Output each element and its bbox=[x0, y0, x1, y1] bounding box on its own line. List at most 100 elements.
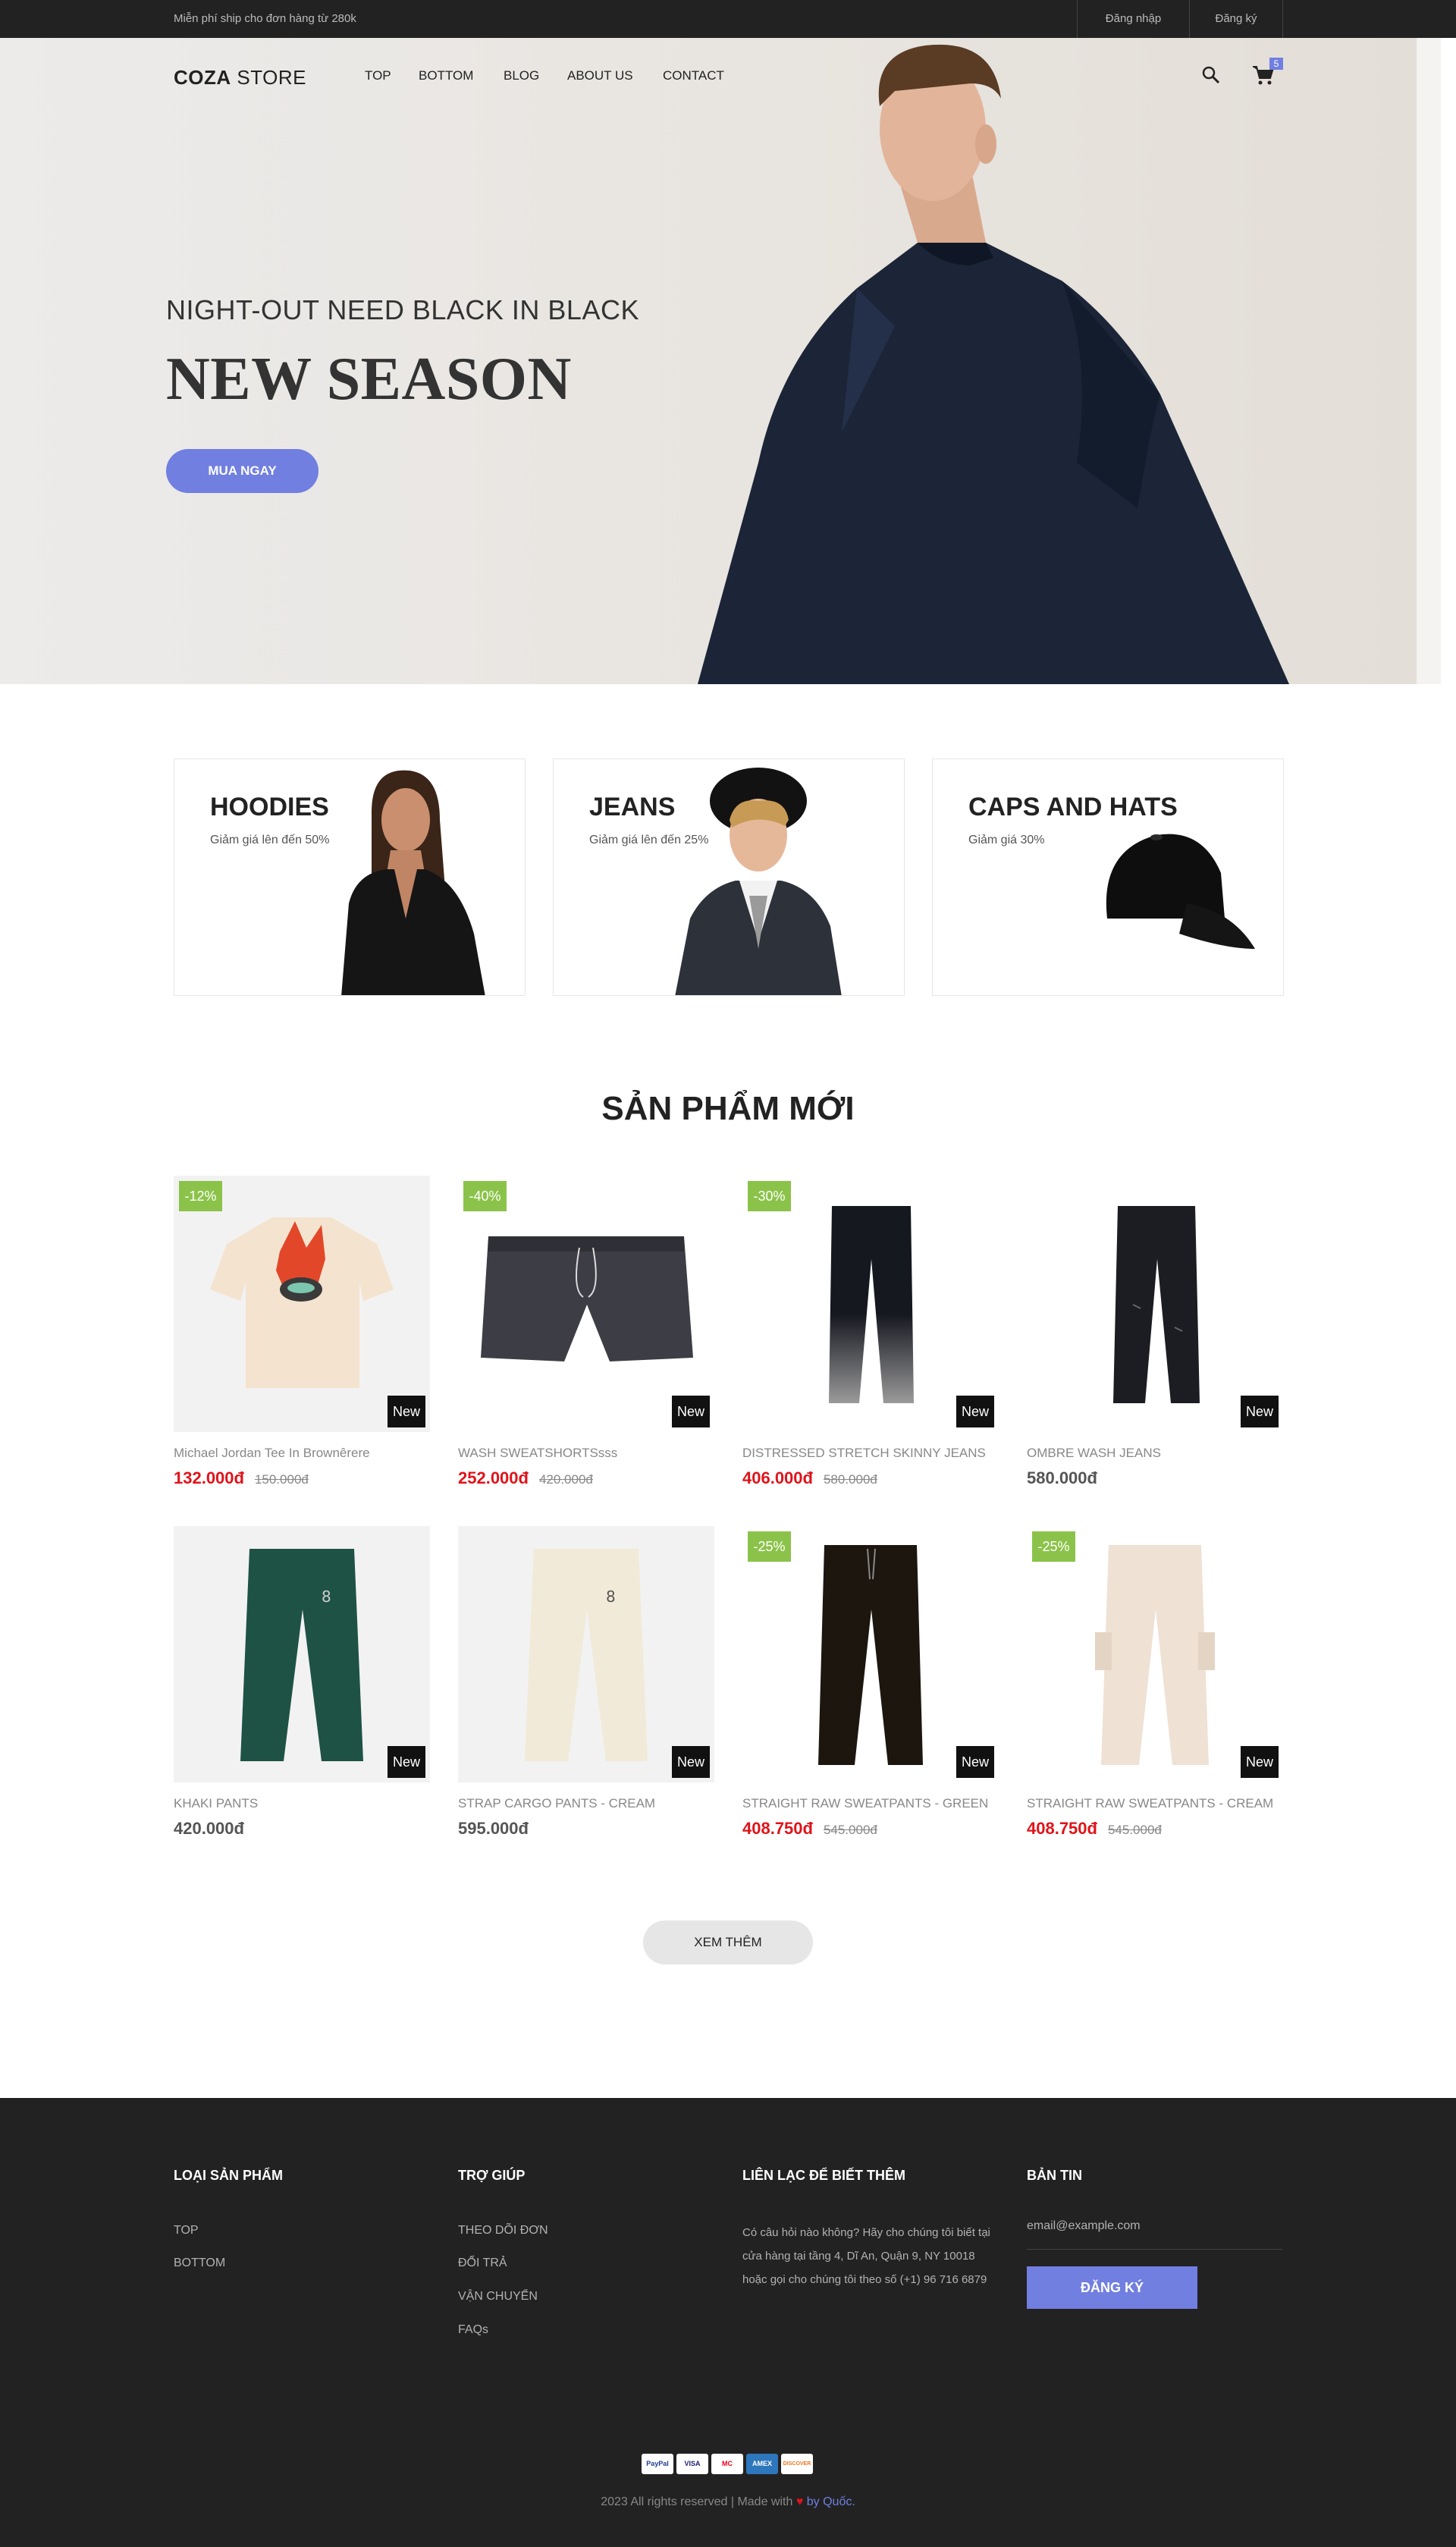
product-image[interactable]: -25% New bbox=[742, 1526, 999, 1782]
category-subtitle: Giảm giá 30% bbox=[968, 834, 1045, 846]
new-tag: New bbox=[956, 1396, 994, 1427]
new-tag: New bbox=[672, 1746, 710, 1778]
footer-contact-text: Có câu hỏi nào không? Hãy cho chúng tôi … bbox=[742, 2226, 990, 2286]
nav-top[interactable]: TOP bbox=[365, 68, 391, 83]
load-more-button[interactable]: XEM THÊM bbox=[643, 1920, 813, 1964]
product-old-price: 580.000đ bbox=[823, 1472, 877, 1487]
product-image[interactable]: -30% New bbox=[742, 1176, 999, 1432]
footer-link-track-order[interactable]: THEO DÕI ĐƠN bbox=[458, 2224, 548, 2238]
footer-categories-title: LOẠI SẢN PHẨM bbox=[174, 2168, 283, 2183]
product-name[interactable]: Michael Jordan Tee In Brownêrere bbox=[174, 1446, 424, 1461]
hero-model-image bbox=[698, 44, 1289, 684]
discount-badge: -40% bbox=[463, 1181, 507, 1211]
jeans-image bbox=[1113, 1206, 1200, 1403]
product-card[interactable]: -40% New WASH SWEATSHORTSsss 252.000đ 420… bbox=[458, 1176, 714, 1488]
nav-bottom[interactable]: BOTTOM bbox=[419, 68, 473, 83]
product-name[interactable]: STRAP CARGO PANTS - CREAM bbox=[458, 1796, 708, 1811]
nav-contact[interactable]: CONTACT bbox=[663, 68, 724, 83]
svg-text:8: 8 bbox=[322, 1588, 331, 1606]
product-card[interactable]: 8 New KHAKI PANTS 420.000đ bbox=[174, 1526, 430, 1839]
cart-count-badge: 5 bbox=[1269, 58, 1283, 70]
login-link[interactable]: Đăng nhập bbox=[1077, 0, 1189, 38]
mastercard-icon: MC bbox=[711, 2454, 743, 2474]
category-title: HOODIES bbox=[210, 793, 329, 821]
product-price: 595.000đ bbox=[458, 1819, 529, 1838]
discount-badge: -30% bbox=[748, 1181, 791, 1211]
visa-icon: VISA bbox=[676, 2454, 708, 2474]
category-jeans[interactable]: JEANS Giảm giá lên đến 25% bbox=[553, 758, 905, 996]
hero-title: NEW SEASON bbox=[166, 346, 572, 413]
product-name[interactable]: STRAIGHT RAW SWEATPANTS - CREAM bbox=[1027, 1796, 1277, 1811]
footer-link-top[interactable]: TOP bbox=[174, 2224, 199, 2238]
nav-about-us[interactable]: ABOUT US bbox=[567, 68, 633, 83]
product-name[interactable]: STRAIGHT RAW SWEATPANTS - GREEN bbox=[742, 1796, 993, 1811]
product-card[interactable]: New OMBRE WASH JEANS 580.000đ bbox=[1027, 1176, 1283, 1488]
category-subtitle: Giảm giá lên đến 50% bbox=[210, 834, 330, 846]
top-bar: Miễn phí ship cho đơn hàng từ 280k Đăng … bbox=[0, 0, 1456, 38]
tshirt-image bbox=[210, 1217, 394, 1388]
product-card[interactable]: -30% New DISTRESSED STRETCH SKINNY JEANS… bbox=[742, 1176, 999, 1488]
shop-now-button[interactable]: MUA NGAY bbox=[166, 449, 318, 493]
product-image[interactable]: -25% New bbox=[1027, 1526, 1283, 1782]
hero-edge bbox=[1417, 38, 1441, 684]
product-name[interactable]: WASH SWEATSHORTSsss bbox=[458, 1446, 708, 1461]
discount-badge: -12% bbox=[179, 1181, 222, 1211]
product-image[interactable]: 8 New bbox=[174, 1526, 430, 1782]
product-price: 420.000đ bbox=[174, 1819, 244, 1838]
product-old-price: 545.000đ bbox=[823, 1823, 877, 1837]
footer-help-title: TRỢ GIÚP bbox=[458, 2168, 526, 2183]
newsletter-email-field[interactable]: email@example.com bbox=[1027, 2219, 1282, 2250]
category-hoodies[interactable]: HOODIES Giảm giá lên đến 50% bbox=[174, 758, 526, 996]
newsletter-subscribe-button[interactable]: ĐĂNG KÝ bbox=[1027, 2266, 1197, 2309]
register-link[interactable]: Đăng ký bbox=[1189, 0, 1283, 38]
new-tag: New bbox=[1241, 1746, 1279, 1778]
product-card[interactable]: 8 New STRAP CARGO PANTS - CREAM 595.000đ bbox=[458, 1526, 714, 1839]
section-title: SẢN PHẨM MỚI bbox=[601, 1090, 855, 1127]
category-caps-and-hats[interactable]: CAPS AND HATS Giảm giá 30% bbox=[932, 758, 1284, 996]
hoodies-model-image bbox=[341, 770, 485, 995]
search-icon[interactable] bbox=[1201, 65, 1221, 85]
footer-contact-title: LIÊN LẠC ĐỂ BIẾT THÊM bbox=[742, 2168, 905, 2183]
product-old-price: 420.000đ bbox=[538, 1472, 593, 1487]
new-tag: New bbox=[388, 1746, 425, 1778]
new-tag: New bbox=[388, 1396, 425, 1427]
product-image[interactable]: 8 New bbox=[458, 1526, 714, 1782]
shorts-image bbox=[481, 1236, 693, 1361]
footer-link-bottom[interactable]: BOTTOM bbox=[174, 2256, 225, 2270]
hero-subtitle: NIGHT-OUT NEED BLACK IN BLACK bbox=[166, 294, 639, 325]
jeans-model-image bbox=[675, 768, 842, 995]
cap-image bbox=[1106, 834, 1255, 949]
author-link[interactable]: by Quốc. bbox=[807, 2495, 855, 2508]
product-name[interactable]: KHAKI PANTS bbox=[174, 1796, 424, 1811]
product-name[interactable]: DISTRESSED STRETCH SKINNY JEANS bbox=[742, 1446, 993, 1461]
product-image[interactable]: -12% New bbox=[174, 1176, 430, 1432]
svg-text:8: 8 bbox=[606, 1588, 616, 1606]
pants-image bbox=[818, 1545, 923, 1765]
nav-blog[interactable]: BLOG bbox=[504, 68, 539, 83]
footer-link-shipping[interactable]: VẬN CHUYỂN bbox=[458, 2290, 538, 2304]
shipping-note: Miễn phí ship cho đơn hàng từ 280k bbox=[174, 12, 356, 25]
footer-link-returns[interactable]: ĐỔI TRẢ bbox=[458, 2256, 507, 2270]
product-card[interactable]: -25% New STRAIGHT RAW SWEATPANTS - GREEN… bbox=[742, 1526, 999, 1839]
paypal-icon: PayPal bbox=[642, 2454, 673, 2474]
product-price: 132.000đ bbox=[174, 1468, 244, 1487]
product-price: 408.750đ bbox=[742, 1819, 813, 1838]
product-old-price: 545.000đ bbox=[1107, 1823, 1162, 1837]
product-name[interactable]: OMBRE WASH JEANS bbox=[1027, 1446, 1277, 1461]
amex-icon: AMEX bbox=[746, 2454, 778, 2474]
new-tag: New bbox=[1241, 1396, 1279, 1427]
cargo-pants-image bbox=[1095, 1545, 1215, 1765]
brand-logo[interactable]: COZA STORE bbox=[174, 66, 306, 90]
footer-link-faqs[interactable]: FAQs bbox=[458, 2323, 488, 2337]
product-card[interactable]: -25% New STRAIGHT RAW SWEATPANTS - CREAM… bbox=[1027, 1526, 1283, 1839]
product-card[interactable]: -12% New Michael Jordan Tee In Brownêrer… bbox=[174, 1176, 430, 1488]
product-price: 408.750đ bbox=[1027, 1819, 1097, 1838]
product-price: 406.000đ bbox=[742, 1468, 813, 1487]
product-image[interactable]: New bbox=[1027, 1176, 1283, 1432]
product-image[interactable]: -40% New bbox=[458, 1176, 714, 1432]
product-price: 252.000đ bbox=[458, 1468, 529, 1487]
footer-newsletter-title: BẢN TIN bbox=[1027, 2168, 1082, 2183]
jeans-image bbox=[829, 1206, 914, 1403]
footer bbox=[0, 2098, 1456, 2547]
product-price: 580.000đ bbox=[1027, 1468, 1097, 1487]
